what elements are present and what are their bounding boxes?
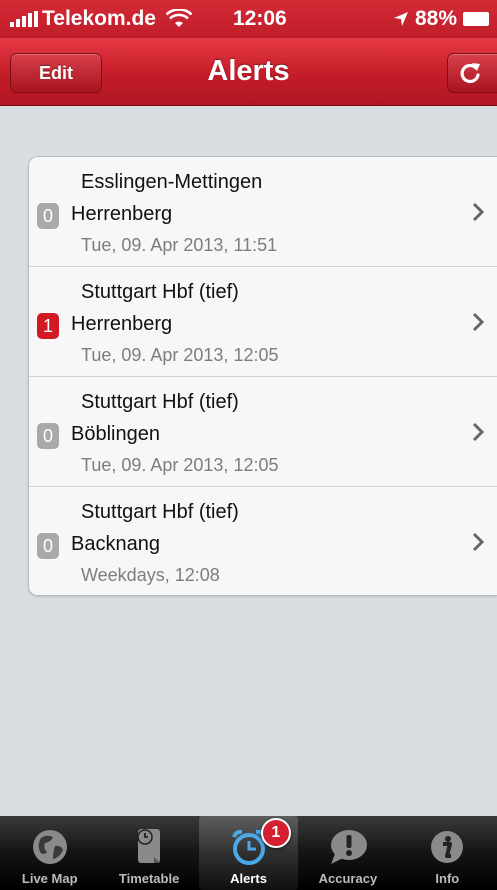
edit-button[interactable]: Edit <box>10 53 102 93</box>
alert-time: Tue, 09. Apr 2013, 11:51 <box>81 235 278 255</box>
chevron-right-icon <box>472 422 485 442</box>
alert-time: Tue, 09. Apr 2013, 12:05 <box>81 345 279 365</box>
tab-label: Timetable <box>118 871 180 886</box>
navigation-bar: Edit Alerts <box>0 38 497 106</box>
tab-label: Live Map <box>21 871 78 886</box>
refresh-button[interactable] <box>447 53 497 93</box>
alert-row[interactable]: Stuttgart Hbf (tief) 0 Backnang Weekdays… <box>29 487 497 595</box>
status-bar: Telekom.de 12:06 88% <box>0 0 497 38</box>
page-title: Alerts <box>207 55 290 87</box>
chevron-right-icon <box>472 532 485 552</box>
alert-origin: Stuttgart Hbf (tief) <box>81 281 239 303</box>
location-arrow-icon <box>393 12 408 26</box>
alert-origin: Stuttgart Hbf (tief) <box>81 391 239 413</box>
info-icon <box>431 831 464 863</box>
alert-destination: Böblingen <box>71 423 160 445</box>
tab-info[interactable]: Info <box>398 816 497 890</box>
alert-origin: Stuttgart Hbf (tief) <box>81 501 239 523</box>
alert-count-badge: 0 <box>37 203 59 229</box>
tab-alerts[interactable]: 1 Alerts <box>198 816 299 890</box>
alert-row[interactable]: Stuttgart Hbf (tief) 0 Böblingen Tue, 09… <box>29 377 497 487</box>
alert-time: Tue, 09. Apr 2013, 12:05 <box>81 455 279 475</box>
tab-bar: Live Map Timetable 1 Alerts Accuracy Inf… <box>0 816 497 890</box>
alerts-list: Esslingen-Mettingen 0 Herrenberg Tue, 09… <box>28 156 497 596</box>
alert-row[interactable]: Stuttgart Hbf (tief) 1 Herrenberg Tue, 0… <box>29 267 497 377</box>
signal-strength-icon <box>10 11 38 27</box>
alert-count-badge: 1 <box>37 313 59 339</box>
alert-count-badge: 0 <box>37 533 59 559</box>
tab-accuracy[interactable]: Accuracy <box>298 816 397 890</box>
alert-destination: Backnang <box>71 533 160 555</box>
carrier-name: Telekom.de <box>42 7 156 30</box>
timetable-icon <box>137 829 161 863</box>
alert-destination: Herrenberg <box>71 313 173 335</box>
chevron-right-icon <box>472 312 485 332</box>
battery-icon <box>463 12 489 26</box>
notification-badge: 1 <box>260 818 291 848</box>
alert-count-badge: 0 <box>37 423 59 449</box>
tab-label: Info <box>435 871 460 886</box>
battery-percentage: 88% <box>414 7 457 30</box>
exclamation-bubble-icon <box>330 830 367 864</box>
tab-live-map[interactable]: Live Map <box>0 816 99 890</box>
globe-icon <box>32 830 67 864</box>
clock: 12:06 <box>233 7 287 30</box>
tab-label: Alerts <box>230 871 267 886</box>
refresh-icon <box>460 63 480 84</box>
wifi-icon <box>165 9 192 27</box>
alert-time: Weekdays, 12:08 <box>81 565 220 585</box>
chevron-right-icon <box>472 202 485 222</box>
tab-timetable[interactable]: Timetable <box>99 816 198 890</box>
tab-label: Accuracy <box>318 871 378 886</box>
alert-row[interactable]: Esslingen-Mettingen 0 Herrenberg Tue, 09… <box>29 157 497 267</box>
alert-origin: Esslingen-Mettingen <box>81 171 263 193</box>
alert-destination: Herrenberg <box>71 203 173 225</box>
